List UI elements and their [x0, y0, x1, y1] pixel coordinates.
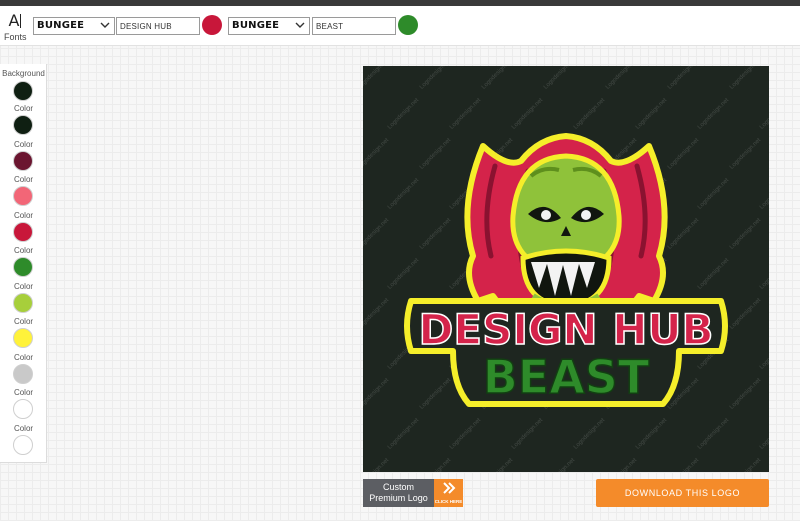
logo-canvas: Logodesign.net Logodesign.net Logodesign.n…	[363, 66, 769, 472]
color-swatch-6[interactable]	[13, 292, 33, 313]
fonts-label: Fonts	[4, 32, 27, 42]
editor-toolbar: A Fonts BUNGEE DESIGN HUB BUNGEE BEAST	[0, 6, 800, 46]
color-picker-line1[interactable]	[202, 15, 222, 35]
color-label: Color	[13, 352, 34, 362]
custom-label-line2: Premium Logo	[369, 493, 428, 503]
color-swatch-9[interactable]	[13, 399, 33, 419]
font-select-line1[interactable]: BUNGEE	[33, 17, 115, 35]
color-picker-line2[interactable]	[398, 15, 418, 35]
color-swatch-5[interactable]	[13, 257, 33, 277]
color-swatch-3[interactable]	[13, 186, 33, 206]
background-color-swatch[interactable]	[13, 81, 33, 101]
color-label: Color	[13, 104, 34, 113]
font-icon: A	[8, 11, 22, 30]
click-here-tab: CLICK HERE	[434, 479, 463, 507]
double-chevron-right-icon	[443, 482, 456, 494]
custom-premium-label: Custom Premium Logo	[363, 479, 434, 507]
color-label: Color	[13, 139, 34, 149]
color-sidebar: Background Color Color Color Color Color Colo…	[0, 64, 47, 463]
text-input-line1[interactable]: DESIGN HUB	[116, 17, 200, 35]
color-swatch-10[interactable]	[13, 434, 33, 455]
font-select-line2[interactable]: BUNGEE	[228, 17, 310, 35]
color-swatch-4[interactable]	[13, 221, 33, 242]
color-swatch-7[interactable]	[13, 328, 33, 348]
color-label: Color	[13, 317, 34, 326]
click-here-label: CLICK HERE	[434, 499, 463, 504]
color-label: Color	[13, 246, 34, 255]
color-label: Color	[13, 210, 34, 220]
color-label: Color	[13, 388, 34, 397]
color-swatch-8[interactable]	[13, 363, 33, 384]
color-label: Color	[13, 281, 34, 291]
font-select-value: BUNGEE	[37, 20, 85, 31]
text-input-line2[interactable]: BEAST	[312, 17, 396, 35]
color-swatch-1[interactable]	[13, 115, 33, 135]
fonts-tool[interactable]: A Fonts	[4, 11, 27, 46]
chevron-down-icon	[295, 22, 305, 28]
chevron-down-icon	[100, 22, 110, 28]
custom-premium-logo-button[interactable]: Custom Premium Logo CLICK HERE	[363, 479, 463, 507]
logo-line1-text: DESIGN HUB	[419, 305, 714, 354]
color-label: Color	[13, 423, 34, 433]
color-swatch-2[interactable]	[13, 150, 33, 171]
logo-line2-text: BEAST	[483, 350, 650, 404]
custom-label-line1: Custom	[382, 482, 414, 492]
color-label: Color	[13, 175, 34, 184]
background-label: Background	[2, 69, 45, 78]
logo-artwork: DESIGN HUB BEAST	[404, 133, 728, 407]
font-select-value: BUNGEE	[232, 20, 280, 31]
download-logo-button[interactable]: DOWNLOAD THIS LOGO	[596, 479, 769, 507]
